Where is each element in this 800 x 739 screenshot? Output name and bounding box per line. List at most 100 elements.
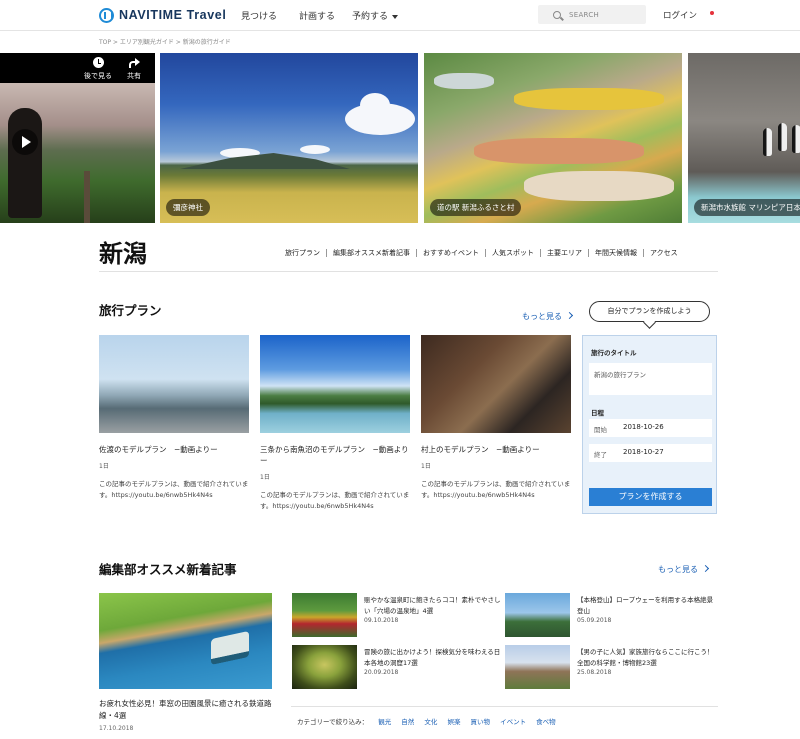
plan-card[interactable]: 三条から南魚沼のモデルプラン −動画よりー 1日 この記事のモデルプランは、動画… [260, 335, 410, 512]
plan-title[interactable]: 三条から南魚沼のモデルプラン −動画よりー [260, 444, 410, 466]
end-date-value: 2018-10-27 [623, 448, 664, 456]
article-thumbnail [505, 593, 570, 637]
plan-form: 旅行のタイトル 新潟の旅行プラン 日程 開始 2018-10-26 終了 201… [582, 335, 717, 514]
plan-description: この記事のモデルプランは、動画で紹介されています。https://youtu.b… [99, 480, 249, 499]
category-entertainment[interactable]: 娯楽 [447, 718, 460, 726]
trip-title-label: 旅行のタイトル [591, 349, 637, 357]
share-icon [128, 57, 140, 68]
article-date: 25.08.2018 [577, 669, 612, 676]
plan-image [421, 335, 571, 433]
article-title[interactable]: 【本格登山】ロープウェーを利用する本格絶景登山 [577, 595, 715, 617]
nav-book[interactable]: 予約する [352, 9, 399, 22]
login-link[interactable]: ログイン [663, 9, 697, 21]
category-food[interactable]: 食べ物 [536, 718, 556, 726]
plan-days: 1日 [99, 463, 109, 470]
plan-days: 1日 [421, 463, 431, 470]
notification-dot-icon [710, 11, 714, 15]
site-header: NAVITIME Travel 見つける 計画する 予約する SEARCH ログ… [0, 0, 800, 31]
create-plan-bubble: 自分でプランを作成しよう [589, 301, 710, 322]
date-label: 日程 [591, 409, 604, 417]
video-fence [84, 171, 90, 223]
article-thumbnail [505, 645, 570, 689]
train [211, 630, 249, 666]
plan-description: この記事のモデルプランは、動画で紹介されています。https://youtu.b… [421, 480, 571, 499]
logo[interactable]: NAVITIME Travel [99, 7, 226, 23]
article-item[interactable]: 【男の子に人気】家族旅行ならここに行こう！全国の科学館・博物館23選 25.08… [505, 645, 715, 689]
category-sightseeing[interactable]: 観光 [378, 718, 391, 726]
video-person [8, 108, 42, 218]
article-date: 09.10.2018 [364, 617, 399, 624]
mountain [180, 153, 350, 169]
plan-image [99, 335, 249, 433]
featured-article[interactable]: お疲れ女性必見！車窓の田園風景に癒される鉄道路線・4選 17.10.2018 [99, 593, 272, 732]
penguin [763, 128, 772, 156]
hero-tile-aquarium[interactable]: 新潟市水族館 マリンピア日本 [688, 53, 800, 223]
search-icon [553, 10, 561, 19]
end-date-field[interactable]: 終了 2018-10-27 [589, 444, 712, 462]
hero-video[interactable]: 後で見る 共有 [0, 53, 155, 223]
article-title[interactable]: 賑やかな温泉町に飽きたらココ！素朴でやさしい「穴場の温泉地」4選 [364, 595, 502, 617]
travel-plans-more-link[interactable]: もっと見る [522, 311, 572, 322]
section-nav-articles[interactable]: 編集部オススメ新着記事 [326, 249, 416, 257]
start-date-field[interactable]: 開始 2018-10-26 [589, 419, 712, 437]
category-culture[interactable]: 文化 [424, 718, 437, 726]
hero-tile-label: 彌彦神社 [166, 199, 210, 216]
end-date-label: 終了 [594, 451, 607, 459]
plan-title[interactable]: 佐渡のモデルプラン −動画よりー [99, 444, 249, 455]
plan-card[interactable]: 村上のモデルプラン −動画よりー 1日 この記事のモデルプランは、動画で紹介され… [421, 335, 571, 501]
penguin [792, 125, 800, 153]
page-title: 新潟 [99, 239, 147, 268]
article-date: 20.09.2018 [364, 669, 399, 676]
caret-down-icon [392, 14, 399, 19]
category-nature[interactable]: 自然 [401, 718, 414, 726]
article-item[interactable]: 賑やかな温泉町に飽きたらココ！素朴でやさしい「穴場の温泉地」4選 09.10.2… [292, 593, 502, 637]
logo-text: NAVITIME Travel [119, 8, 227, 22]
search-placeholder: SEARCH [569, 10, 600, 19]
articles-more-link[interactable]: もっと見る [658, 564, 708, 575]
article-date: 05.09.2018 [577, 617, 612, 624]
section-nav-weather[interactable]: 年間天候情報 [588, 249, 643, 257]
flower-bed [474, 138, 644, 164]
category-filter-label: カテゴリーで絞り込み： [297, 718, 369, 726]
article-item[interactable]: 冒険の旅に出かけよう！探検気分を味わえる日本各地の洞窟17選 20.09.201… [292, 645, 502, 689]
plan-days: 1日 [260, 474, 270, 481]
search-box[interactable]: SEARCH [538, 5, 646, 24]
featured-article-title[interactable]: お疲れ女性必見！車窓の田園風景に癒される鉄道路線・4選 [99, 698, 272, 722]
nav-plan[interactable]: 計画する [299, 9, 335, 22]
category-events[interactable]: イベント [500, 718, 526, 726]
divider [99, 271, 718, 272]
nav-book-label: 予約する [352, 12, 389, 22]
section-nav-areas[interactable]: 主要エリア [540, 249, 588, 257]
share-label: 共有 [127, 72, 141, 80]
play-icon[interactable] [12, 129, 38, 155]
watch-later-label: 後で見る [84, 72, 112, 80]
plan-title[interactable]: 村上のモデルプラン −動画よりー [421, 444, 571, 455]
hero-carousel: 後で見る 共有 彌彦神社 道の駅 新潟ふるさと村 新潟市水族館 マリンピア日本 [0, 53, 800, 223]
section-nav-spots[interactable]: 人気スポット [485, 249, 540, 257]
nav-find[interactable]: 見つける [241, 9, 277, 22]
section-nav-events[interactable]: おすすめイベント [416, 249, 485, 257]
hero-tile-label: 道の駅 新潟ふるさと村 [430, 199, 522, 216]
article-title[interactable]: 冒険の旅に出かけよう！探検気分を味わえる日本各地の洞窟17選 [364, 647, 502, 669]
create-plan-button[interactable]: プランを作成する [589, 488, 712, 506]
hero-tile-furusato[interactable]: 道の駅 新潟ふるさと村 [424, 53, 682, 223]
section-nav-access[interactable]: アクセス [643, 249, 684, 257]
article-title[interactable]: 【男の子に人気】家族旅行ならここに行こう！全国の科学館・博物館23選 [577, 647, 715, 669]
category-shopping[interactable]: 買い物 [471, 718, 491, 726]
featured-article-image [99, 593, 272, 689]
category-filter: カテゴリーで絞り込み： 観光 自然 文化 娯楽 買い物 イベント 食べ物 [297, 716, 556, 726]
plan-image [260, 335, 410, 433]
start-date-label: 開始 [594, 426, 607, 434]
article-item[interactable]: 【本格登山】ロープウェーを利用する本格絶景登山 05.09.2018 [505, 593, 715, 637]
navitime-logo-icon [99, 7, 114, 23]
hero-tile-yahiko[interactable]: 彌彦神社 [160, 53, 418, 223]
trip-title-input[interactable]: 新潟の旅行プラン [589, 363, 712, 395]
articles-heading: 編集部オススメ新着記事 [99, 562, 237, 577]
divider [291, 706, 718, 707]
watch-later-button[interactable]: 後で見る [78, 57, 118, 81]
breadcrumb[interactable]: TOP > エリア別観光ガイド > 新潟の旅行ガイド [99, 37, 231, 46]
section-nav-plans[interactable]: 旅行プラン [285, 249, 326, 257]
plan-card[interactable]: 佐渡のモデルプラン −動画よりー 1日 この記事のモデルプランは、動画で紹介され… [99, 335, 249, 501]
share-button[interactable]: 共有 [114, 57, 154, 81]
cloud [300, 145, 330, 154]
